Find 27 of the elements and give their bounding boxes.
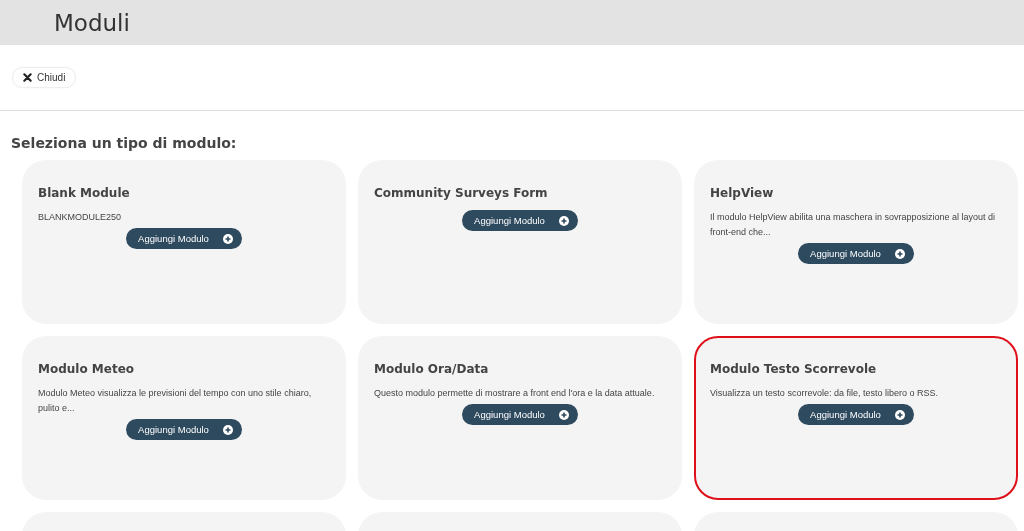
add-module-button[interactable]: Aggiungi Modulo [462, 404, 578, 425]
add-module-button[interactable]: Aggiungi Modulo [462, 210, 578, 231]
module-description: BLANKMODULE250 [38, 211, 123, 224]
plus-circle-icon [558, 215, 569, 226]
module-title: Community Surveys Form [374, 186, 549, 200]
add-module-button[interactable]: Aggiungi Modulo [798, 404, 914, 425]
module-description: Questo modulo permette di mostrare a front end l'ora e la data attuale. [374, 387, 656, 400]
plus-circle-icon [222, 424, 233, 435]
module-title: HelpView [710, 186, 775, 200]
close-button[interactable]: Chiudi [12, 67, 77, 88]
plus-circle-icon [222, 233, 233, 244]
plus-circle-icon [558, 409, 569, 420]
plus-circle-icon [894, 248, 905, 259]
module-description: Modulo Meteo visualizza le previsioni del tempo con uno stile chiaro, pulito e... [38, 387, 313, 415]
add-module-button[interactable]: Aggiungi Modulo [126, 228, 242, 249]
module-title: Modulo Testo Scorrevole [710, 362, 878, 376]
module-title: Modulo Meteo [38, 362, 136, 376]
module-title: Modulo Ora/Data [374, 362, 490, 376]
module-title: Blank Module [38, 186, 131, 200]
add-module-button[interactable]: Aggiungi Modulo [798, 243, 914, 264]
page-title: Moduli [54, 9, 130, 36]
module-description: Il modulo HelpView abilita una maschera in sovrapposizione al layout di front-end che... [710, 211, 996, 239]
close-icon [23, 73, 32, 82]
module-description: Visualizza un testo scorrevole: da file, testo libero o RSS. [710, 387, 939, 400]
plus-circle-icon [894, 409, 905, 420]
add-module-button[interactable]: Aggiungi Modulo [126, 419, 242, 440]
section-heading: Seleziona un tipo di modulo: [10, 134, 238, 153]
